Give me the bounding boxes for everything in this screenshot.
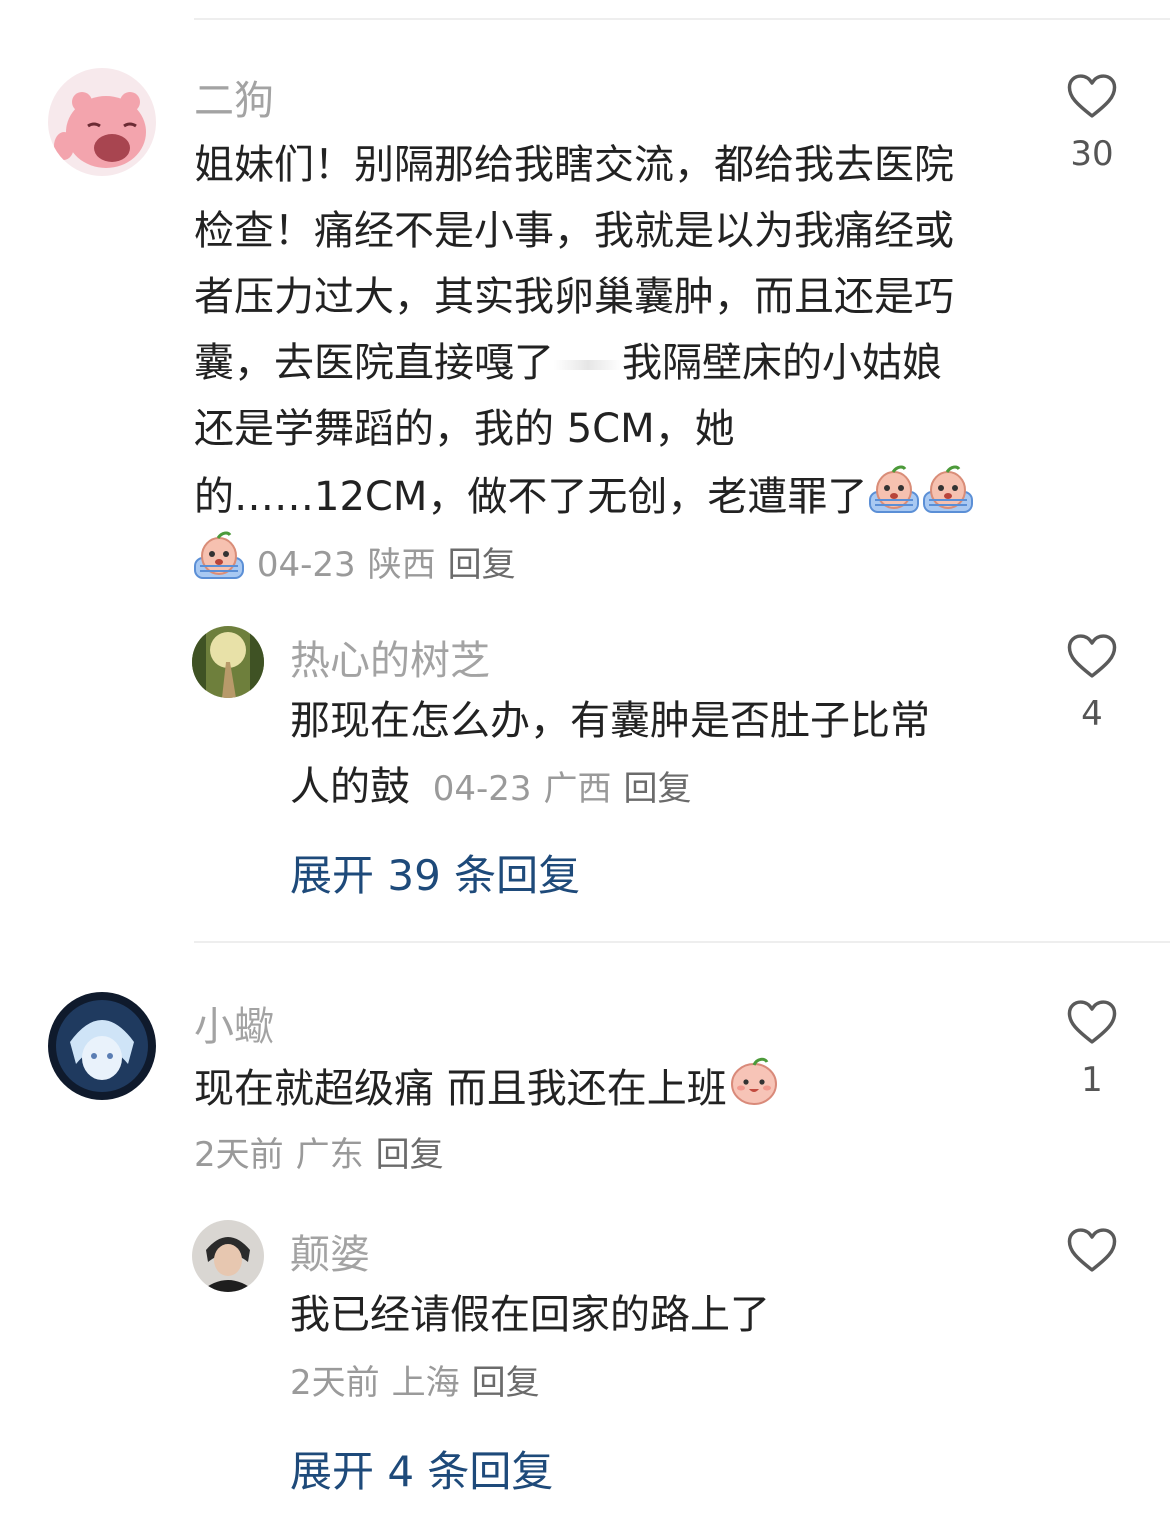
comment-line-part: 的……12CM，做不了无创，老遭罪了 [194,474,868,520]
comment-location: 陕西 [367,545,436,585]
reply-line: 人的鼓 04-23 广西 回复 [290,754,1010,822]
comment-date: 2天前 [194,1135,284,1175]
comment-date: 04-23 [256,545,356,585]
crying-peach-emoji-icon [921,462,975,516]
heart-outline-icon[interactable] [1066,72,1118,120]
reply-button[interactable]: 回复 [472,1363,540,1403]
comment-line: 现在就超级痛 而且我还在上班 [194,1054,1014,1122]
like-control[interactable]: 4 [1052,632,1132,734]
top-divider [194,18,1170,20]
reply-location: 广西 [543,769,612,809]
comment-line-part: 囊，去医院直接嘎了 [194,340,554,386]
reply-button[interactable]: 回复 [448,545,516,585]
heart-outline-icon[interactable] [1066,632,1118,680]
like-count: 1 [1081,1060,1103,1100]
expand-replies-button[interactable]: 展开 4 条回复 [290,1438,553,1499]
comment-line: 的……12CM，做不了无创，老遭罪了 [194,462,1014,530]
like-count: 4 [1081,694,1103,734]
like-control[interactable]: 30 [1052,72,1132,174]
like-control[interactable] [1052,1226,1132,1278]
reply-date: 04-23 [432,769,532,809]
avatar-anime-character-icon [48,992,156,1100]
reply-commenter-name[interactable]: 颠婆 [290,1222,370,1280]
reply-text: 我已经请假在回家的路上了 [290,1282,1010,1348]
comment-line-part: 现在就超级痛 而且我还在上班 [194,1066,727,1112]
comment-line: 还是学舞蹈的，我的 5CM，她 [194,406,735,452]
reply-date: 2天前 [290,1363,380,1403]
reply-meta: 04-23 广西 回复 [433,769,704,809]
reply-meta: 2天前 上海 回复 [290,1358,552,1408]
heart-outline-icon[interactable] [1066,998,1118,1046]
like-control[interactable]: 1 [1052,998,1132,1100]
reply-text: 那现在怎么办，有囊肿是否肚子比常 人的鼓 04-23 广西 回复 [290,688,1010,822]
reply-location: 上海 [391,1363,460,1403]
smiling-peach-emoji-icon [727,1054,781,1108]
comment-divider [194,941,1170,943]
reply-button[interactable]: 回复 [376,1135,444,1175]
comment-text: 姐妹们！别隔那给我瞎交流，都给我去医院 检查！痛经不是小事，我就是以为我痛经或 … [194,132,1014,530]
avatar[interactable] [192,626,264,698]
expand-replies-button[interactable]: 展开 39 条回复 [290,842,580,903]
avatar[interactable] [48,68,156,176]
reply-commenter-name[interactable]: 热心的树芝 [290,628,490,686]
reply-line: 那现在怎么办，有囊肿是否肚子比常 [290,698,930,744]
comment-line-part: 我隔壁床的小姑娘 [622,340,942,386]
crying-peach-emoji-icon [192,528,246,582]
avatar-pink-creature-icon [48,68,156,176]
reply-line-part: 人的鼓 [290,764,410,810]
avatar-forest-path-icon [192,626,264,698]
blurred-text [554,360,622,370]
comment-line: 检查！痛经不是小事，我就是以为我痛经或 [194,208,954,254]
like-count: 30 [1070,134,1114,174]
heart-outline-icon[interactable] [1066,1226,1118,1274]
crying-peach-emoji-icon [867,462,921,516]
comment-location: 广东 [295,1135,364,1175]
comment-line: 姐妹们！别隔那给我瞎交流，都给我去医院 [194,142,954,188]
reply-line: 我已经请假在回家的路上了 [290,1292,770,1338]
avatar-person-photo-icon [192,1220,264,1292]
avatar[interactable] [192,1220,264,1292]
comment-meta: 2天前 广东 回复 [194,1130,456,1180]
reply-button[interactable]: 回复 [624,769,692,809]
commenter-name[interactable]: 二狗 [194,68,274,126]
comment-text: 现在就超级痛 而且我还在上班 [194,1054,1014,1122]
comment-meta: 04-23 陕西 回复 [192,528,528,595]
comment-line: 者压力过大，其实我卵巢囊肿，而且还是巧 [194,274,954,320]
avatar[interactable] [48,992,156,1100]
commenter-name[interactable]: 小蠍 [194,994,274,1052]
comment-line: 囊，去医院直接嘎了 我隔壁床的小姑娘 [194,330,1014,396]
